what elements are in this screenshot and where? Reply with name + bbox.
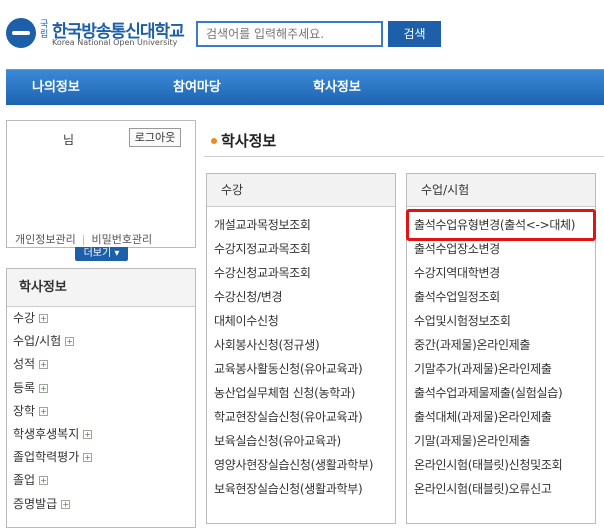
class-exam-link[interactable]: 기말추가(과제물)온라인제출 [407, 357, 595, 381]
class-exam-link[interactable]: 기말(과제물)온라인제출 [407, 429, 595, 453]
enrollment-link[interactable]: 수강신청/변경 [207, 285, 395, 309]
highlight-box [406, 209, 596, 241]
enrollment-link[interactable]: 보육실습신청(유아교육과) [207, 429, 395, 453]
enrollment-link[interactable]: 영양사현장실습신청(생활과학부) [207, 453, 395, 477]
expand-plus-icon[interactable]: + [39, 383, 49, 393]
enrollment-link[interactable]: 보육현장실습신청(생활과학부) [207, 477, 395, 501]
enrollment-panel-title: 수강 [207, 174, 395, 207]
class-exam-panel-title: 수업/시험 [407, 174, 595, 207]
enrollment-link[interactable]: 학교현장실습신청(유아교육과) [207, 405, 395, 429]
logout-button[interactable]: 로그아웃 [129, 128, 181, 147]
class-exam-link[interactable]: 수강지역대학변경 [407, 261, 595, 285]
nav-my-info[interactable]: 나의정보 [32, 70, 80, 106]
side-item-graduation-eval[interactable]: 졸업학력평가 + [7, 446, 195, 469]
side-menu: 학사정보 수강 + 수업/시험 + 성적 + 등록 + 장학 + 학생후생복지 + 졸업학력… [6, 268, 196, 528]
class-exam-link[interactable]: 온라인시험(태블릿)신청및조회 [407, 453, 595, 477]
expand-plus-icon[interactable]: + [39, 476, 49, 486]
class-exam-link[interactable]: 수업및시험정보조회 [407, 309, 595, 333]
expand-plus-icon[interactable]: + [39, 314, 49, 323]
expand-plus-icon[interactable]: + [39, 360, 49, 370]
more-button[interactable]: 더보기 ▾ [75, 247, 128, 261]
global-nav-bar: 나의정보 참여마당 학사정보 [6, 69, 604, 105]
class-exam-link[interactable]: 출석수업과제물제출(실험실습) [407, 381, 595, 405]
expand-plus-icon[interactable]: + [83, 429, 93, 439]
class-exam-link[interactable]: 출석수업일정조회 [407, 285, 595, 309]
logo-national-label: 국립 [40, 20, 49, 40]
side-item-enrollment[interactable]: 수강 + [7, 307, 195, 330]
expand-plus-icon[interactable]: + [39, 406, 49, 416]
enrollment-link[interactable]: 수강신청교과목조회 [207, 261, 395, 285]
expand-plus-icon[interactable]: + [65, 337, 75, 347]
enrollment-link[interactable]: 개설교과목정보조회 [207, 213, 395, 237]
nav-academic-info[interactable]: 학사정보 [313, 70, 361, 106]
class-exam-link[interactable]: 온라인시험(태블릿)오류신고 [407, 477, 595, 501]
side-item-welfare[interactable]: 학생후생복지 + [7, 423, 195, 446]
account-links: 개인정보관리 | 비밀번호관리 [15, 231, 152, 247]
class-exam-link[interactable]: 중간(과제물)온라인제출 [407, 333, 595, 357]
side-item-scholarship[interactable]: 장학 + [7, 400, 195, 423]
password-link[interactable]: 비밀번호관리 [91, 233, 152, 246]
university-logo[interactable]: 국립 한국방송통신대학교 Korea National Open Univers… [4, 14, 186, 54]
login-box: 님 로그아웃 개인정보관리 | 비밀번호관리 [6, 120, 196, 248]
logo-emblem-icon [6, 18, 36, 48]
expand-plus-icon[interactable]: + [61, 499, 71, 509]
title-divider [204, 156, 604, 157]
enrollment-link[interactable]: 교육봉사활동신청(유아교육과) [207, 357, 395, 381]
personal-info-link[interactable]: 개인정보관리 [15, 233, 76, 246]
link-divider: | [81, 233, 86, 246]
user-name: 님 [63, 133, 75, 147]
side-item-class-exam[interactable]: 수업/시험 + [7, 330, 195, 353]
logo-english-name: Korea National Open University [52, 38, 178, 47]
enrollment-link[interactable]: 사회봉사신청(정규생) [207, 333, 395, 357]
side-menu-title: 학사정보 [7, 269, 195, 307]
enrollment-panel: 수강 개설교과목정보조회 수강지정교과목조회 수강신청교과목조회 수강신청/변경… [206, 173, 396, 524]
side-item-certificates[interactable]: 증명발급 + [7, 493, 195, 516]
nav-participation[interactable]: 참여마당 [173, 70, 221, 106]
class-exam-link[interactable]: 출석대체(과제물)온라인제출 [407, 405, 595, 429]
search-input[interactable] [196, 21, 383, 47]
expand-plus-icon[interactable]: + [83, 453, 93, 463]
search-button[interactable]: 검색 [388, 21, 441, 47]
side-item-registration[interactable]: 등록 + [7, 377, 195, 400]
enrollment-link[interactable]: 농산업실무체험 신청(농학과) [207, 381, 395, 405]
page-title: 학사정보 [221, 132, 277, 150]
enrollment-link[interactable]: 대체이수신청 [207, 309, 395, 333]
side-item-graduation[interactable]: 졸업 + [7, 469, 195, 492]
enrollment-link[interactable]: 수강지정교과목조회 [207, 237, 395, 261]
side-item-grades[interactable]: 성적 + [7, 353, 195, 376]
